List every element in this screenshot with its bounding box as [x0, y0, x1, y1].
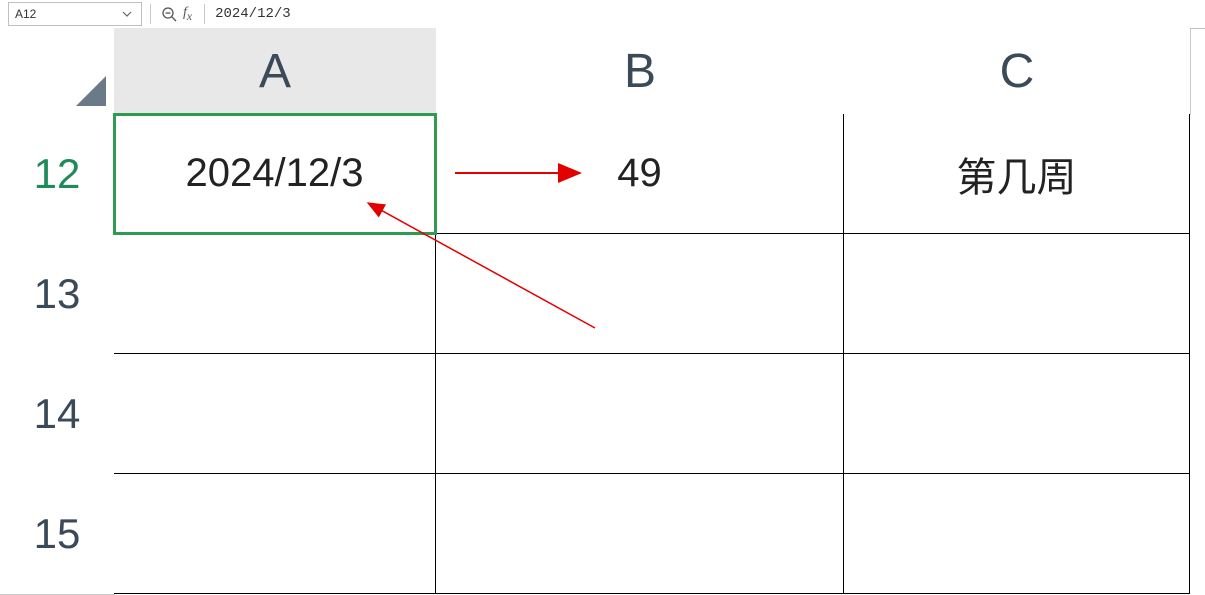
- row-header-14[interactable]: 14: [0, 354, 115, 475]
- name-box[interactable]: A12: [8, 2, 142, 26]
- cell-C15[interactable]: [844, 474, 1190, 594]
- cell-B15[interactable]: [436, 474, 844, 594]
- name-box-value: A12: [15, 7, 119, 21]
- row-header-13[interactable]: 13: [0, 234, 115, 355]
- cell-C14[interactable]: [844, 354, 1190, 474]
- cell-A15[interactable]: [114, 474, 436, 594]
- select-all-triangle-icon: [76, 76, 106, 106]
- row-header-15[interactable]: 15: [0, 474, 115, 595]
- cell-B14[interactable]: [436, 354, 844, 474]
- chevron-down-icon[interactable]: [119, 9, 135, 19]
- formula-input[interactable]: 2024/12/3: [211, 6, 1205, 22]
- zoom-out-icon[interactable]: [159, 4, 179, 24]
- cell-B13[interactable]: [436, 234, 844, 354]
- cell-A12[interactable]: 2024/12/3: [114, 114, 436, 234]
- cell-A14[interactable]: [114, 354, 436, 474]
- cell-A13[interactable]: [114, 234, 436, 354]
- fx-icon[interactable]: fx: [183, 5, 192, 23]
- row-header-12[interactable]: 12: [0, 114, 115, 235]
- column-header-B[interactable]: B: [436, 28, 845, 115]
- formula-bar: A12 fx 2024/12/3: [0, 0, 1205, 29]
- cell-C12[interactable]: 第几周: [844, 114, 1190, 234]
- column-header-C[interactable]: C: [844, 28, 1191, 115]
- cell-B12[interactable]: 49: [436, 114, 844, 234]
- spreadsheet-grid: ABC 12131415 2024/12/349第几周: [0, 28, 1205, 563]
- separator: [204, 4, 205, 24]
- select-all-corner[interactable]: [0, 28, 115, 115]
- cell-C13[interactable]: [844, 234, 1190, 354]
- separator: [150, 4, 151, 24]
- column-header-A[interactable]: A: [114, 28, 437, 115]
